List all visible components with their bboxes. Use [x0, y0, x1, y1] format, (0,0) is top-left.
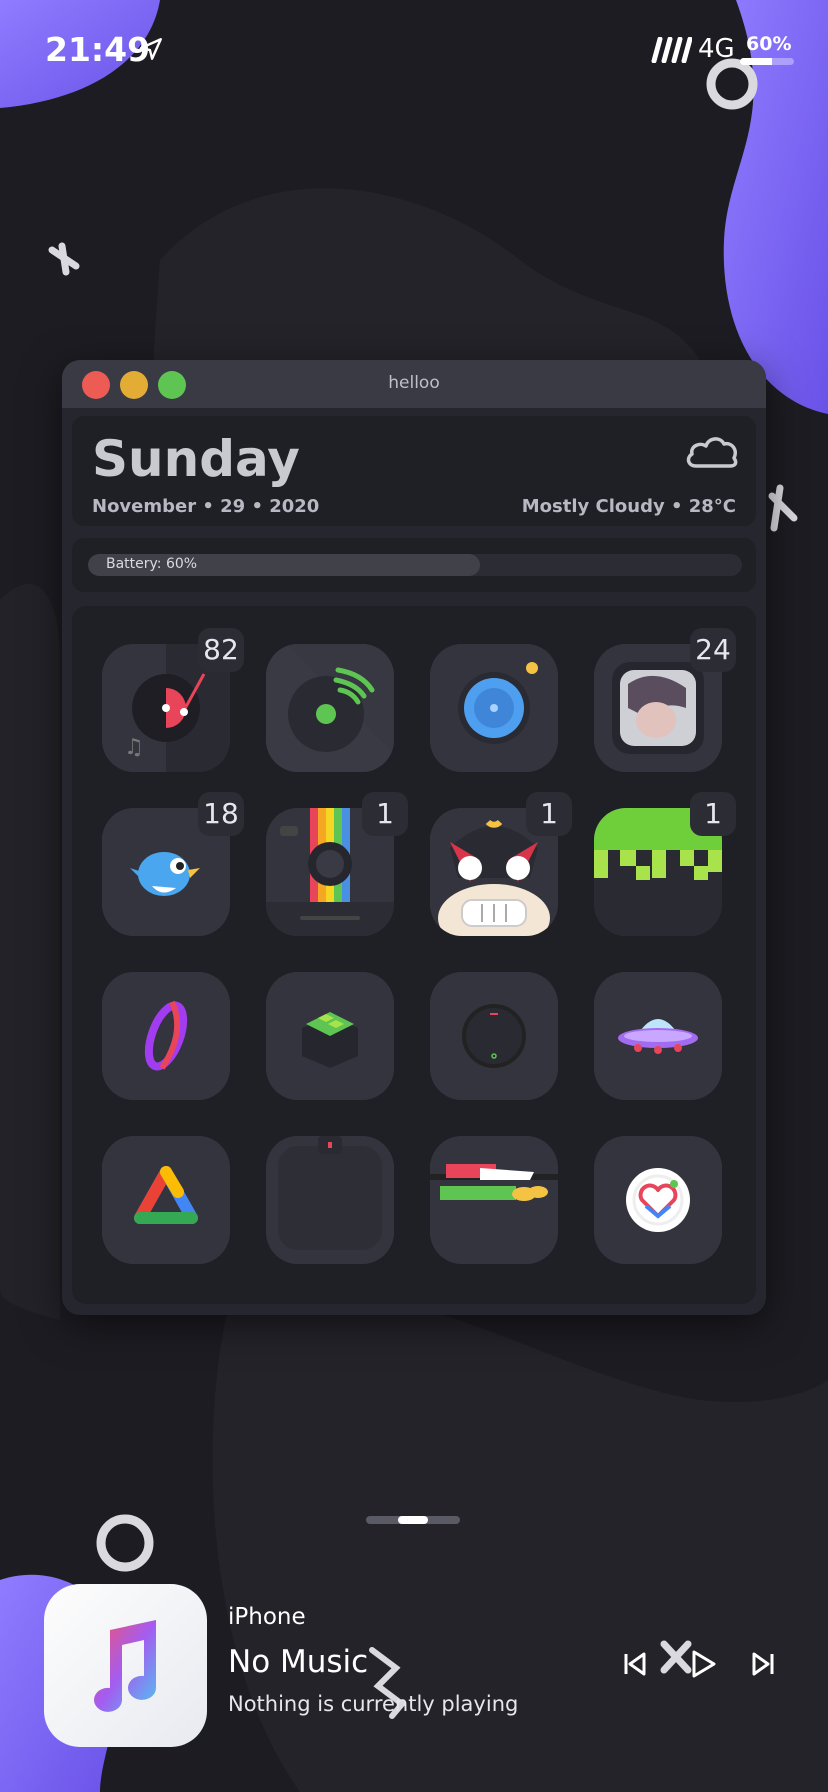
date-weather-widget: Sunday November • 29 • 2020 Mostly Cloud…: [72, 416, 756, 526]
battery-widget-label: Battery: 60%: [106, 556, 198, 572]
location-arrow-icon: [140, 38, 162, 60]
page-indicator[interactable]: [366, 1516, 460, 1524]
battery-widget: Battery: 60%: [72, 538, 756, 592]
now-playing-source: iPhone: [228, 1604, 306, 1630]
network-type: 4G: [698, 34, 735, 64]
health-watch-app-icon[interactable]: [594, 1136, 722, 1264]
now-playing-artwork[interactable]: [44, 1584, 207, 1747]
app-badge: 24: [690, 628, 736, 672]
camera-app-icon[interactable]: [430, 644, 558, 772]
page-indicator-active: [398, 1516, 428, 1524]
letter-o-app-icon[interactable]: [102, 972, 230, 1100]
minecraft-app-icon[interactable]: 1: [594, 792, 736, 936]
window-titlebar[interactable]: helloo: [62, 360, 766, 408]
status-bar: 21:49 4G 60%: [0, 0, 828, 100]
status-time: 21:49: [45, 30, 151, 69]
music-note-icon: [94, 1620, 156, 1712]
svg-text:♫: ♫: [124, 735, 144, 760]
app-badge: 82: [198, 628, 244, 672]
now-playing-title: No Music: [228, 1644, 369, 1680]
day-label: Sunday: [92, 430, 300, 488]
cellular-signal-icon: [651, 37, 692, 63]
app-badge: 18: [198, 792, 244, 836]
play-icon[interactable]: [682, 1644, 722, 1684]
music-app-icon[interactable]: ♫ 82: [102, 628, 244, 772]
next-track-icon[interactable]: [744, 1644, 784, 1684]
now-playing-subtitle: Nothing is currently playing: [228, 1692, 519, 1716]
cydia-box-app-icon[interactable]: [266, 972, 394, 1100]
cloud-icon: [686, 437, 738, 468]
date-label: November • 29 • 2020: [92, 496, 320, 517]
battery-bar-fill: [740, 58, 773, 65]
battery-widget-track: Battery: 60%: [88, 554, 742, 576]
battery-percent: 60%: [746, 33, 792, 55]
tweetbot-app-icon[interactable]: 18: [102, 792, 244, 936]
instagram-app-icon[interactable]: 1: [266, 792, 408, 936]
previous-track-icon[interactable]: [614, 1644, 654, 1684]
weather-label: Mostly Cloudy • 28°C: [521, 496, 736, 517]
ufo-app-icon[interactable]: [594, 972, 722, 1100]
luchador-app-icon[interactable]: 1: [430, 792, 572, 936]
app-grid: ♫ 82 24 18 1 1 1: [72, 606, 756, 1304]
app-badge: 1: [690, 792, 736, 836]
google-workspace-app-icon[interactable]: [102, 1136, 230, 1264]
spotify-app-icon[interactable]: [266, 644, 394, 772]
blank-box-app-icon[interactable]: [266, 1136, 394, 1264]
photos-app-icon[interactable]: 24: [594, 628, 736, 772]
battery-bar: [740, 58, 794, 65]
window-title: helloo: [388, 373, 440, 393]
wallet-app-icon[interactable]: [430, 1136, 558, 1264]
app-badge: 1: [526, 792, 572, 836]
widget-window[interactable]: helloo Sunday November • 29 • 2020 Mostl…: [62, 360, 766, 1315]
clock-dial-app-icon[interactable]: [430, 972, 558, 1100]
app-badge: 1: [362, 792, 408, 836]
